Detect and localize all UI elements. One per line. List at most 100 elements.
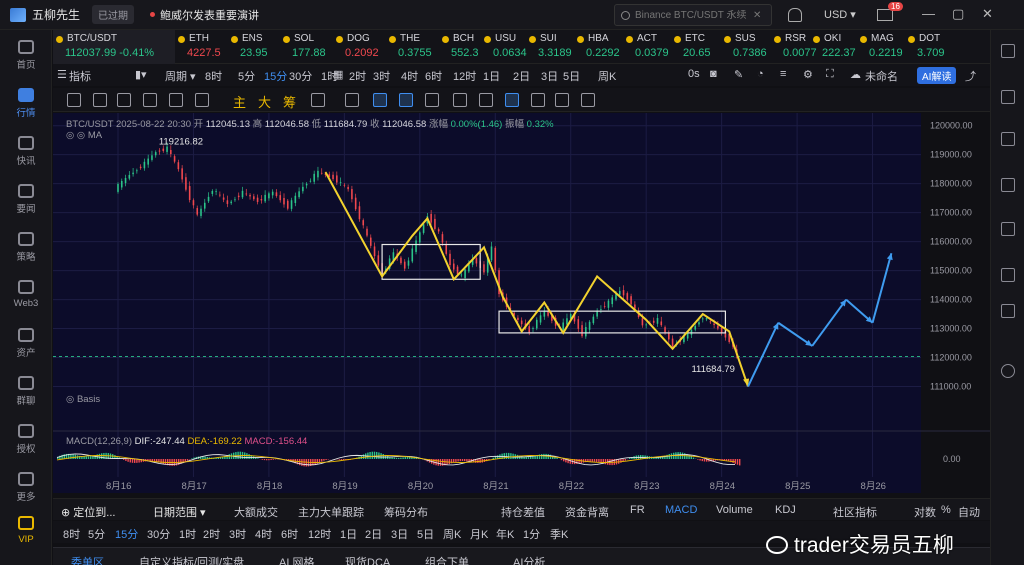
- period-5分[interactable]: 5分: [88, 526, 105, 542]
- indicator-tab-6[interactable]: MACD: [665, 504, 697, 516]
- order-book-icon[interactable]: [1001, 90, 1015, 104]
- news-headline[interactable]: 鲍威尔发表重要演讲: [160, 7, 259, 23]
- interval-30分[interactable]: 30分: [289, 68, 312, 84]
- brush-icon[interactable]: [399, 93, 413, 107]
- indicator-tab-10[interactable]: 对数: [914, 504, 936, 520]
- period-3日[interactable]: 3日: [391, 526, 408, 542]
- interval-2时[interactable]: 2时: [349, 68, 366, 84]
- period-2日[interactable]: 2日: [365, 526, 382, 542]
- draw-tool-0[interactable]: 主: [233, 92, 246, 111]
- period-15分[interactable]: 15分: [115, 526, 138, 542]
- interval-5日[interactable]: 5日: [563, 68, 580, 84]
- indicators-button[interactable]: 指标: [69, 68, 91, 84]
- more-dots-icon[interactable]: [195, 93, 209, 107]
- bottom-tab-1[interactable]: 自定义指标/回测/实盘: [139, 554, 244, 565]
- nav-item-5[interactable]: Web3: [0, 274, 52, 320]
- undo-icon[interactable]: [345, 93, 359, 107]
- ticker-tab[interactable]: DOT 3.709: [905, 30, 957, 64]
- bars-pattern-icon[interactable]: [425, 93, 439, 107]
- bottom-tab-5[interactable]: AI分析: [513, 554, 545, 565]
- interval-3日[interactable]: 3日: [541, 68, 558, 84]
- nav-item-1[interactable]: 行情: [0, 82, 52, 128]
- text-box-icon[interactable]: [453, 93, 467, 107]
- indicator-tab-9[interactable]: 社区指标: [833, 504, 877, 520]
- period-4时[interactable]: 4时: [255, 526, 272, 542]
- period-月K[interactable]: 月K: [470, 526, 488, 542]
- period-年K[interactable]: 年K: [496, 526, 514, 542]
- document-icon[interactable]: [1001, 132, 1015, 146]
- interval-1时[interactable]: 1时: [321, 68, 338, 84]
- trend-chart-icon[interactable]: [1001, 178, 1015, 192]
- interval-4时[interactable]: 4时: [401, 68, 418, 84]
- layout-name[interactable]: 未命名: [865, 68, 898, 84]
- minimize-button[interactable]: —: [922, 6, 935, 21]
- interval-3时[interactable]: 3时: [373, 68, 390, 84]
- interval-12时[interactable]: 12时: [453, 68, 476, 84]
- bottom-tab-0[interactable]: 委单区: [71, 554, 104, 565]
- expired-badge[interactable]: 已过期: [92, 5, 135, 24]
- period-5日[interactable]: 5日: [417, 526, 434, 542]
- date-range-select[interactable]: 日期范围 ▾: [153, 504, 206, 520]
- ticker-tab[interactable]: ETC 20.65: [671, 30, 723, 64]
- close-window-button[interactable]: ✕: [982, 6, 993, 22]
- nav-item-10[interactable]: VIP: [0, 510, 52, 556]
- ticker-tab[interactable]: SOL 177.88: [280, 30, 332, 64]
- period-12时[interactable]: 12时: [308, 526, 331, 542]
- indicator-tab-7[interactable]: Volume: [716, 504, 753, 516]
- layout-icon[interactable]: [1001, 304, 1015, 318]
- gear-icon[interactable]: ⚙: [803, 68, 813, 81]
- stopwatch-icon[interactable]: [479, 93, 493, 107]
- period-1时[interactable]: 1时: [179, 526, 196, 542]
- horizontal-ray-icon[interactable]: [93, 93, 107, 107]
- interval-15分[interactable]: 15分: [264, 68, 287, 84]
- nav-item-7[interactable]: 群聊: [0, 370, 52, 416]
- trash-icon[interactable]: [555, 93, 569, 107]
- ticker-tab[interactable]: HBA 0.2292: [574, 30, 626, 64]
- period-2时[interactable]: 2时: [203, 526, 220, 542]
- nav-item-4[interactable]: 策略: [0, 226, 52, 272]
- nav-item-3[interactable]: 要闻: [0, 178, 52, 224]
- bottom-tab-4[interactable]: 组合下单: [425, 554, 469, 565]
- parallel-lines-icon[interactable]: [117, 93, 131, 107]
- share-icon[interactable]: ⤴: [965, 68, 976, 84]
- period-8时[interactable]: 8时: [63, 526, 80, 542]
- rectangle-icon[interactable]: [169, 93, 183, 107]
- basis-indicator-label[interactable]: ◎ Basis: [66, 394, 100, 405]
- draw-tool-2[interactable]: 筹: [283, 92, 296, 111]
- close-icon[interactable]: ✕: [753, 10, 761, 21]
- magnet-icon[interactable]: [373, 93, 387, 107]
- refresh-icon[interactable]: [1001, 364, 1015, 378]
- calculator-icon[interactable]: [1001, 222, 1015, 236]
- macd-header[interactable]: MACD(12,26,9) DIF:-247.44 DEA:-169.22 MA…: [66, 436, 307, 447]
- period-30分[interactable]: 30分: [147, 526, 170, 542]
- search-input[interactable]: [635, 9, 753, 21]
- ticker-tab[interactable]: ACT 0.0379: [623, 30, 675, 64]
- redo-icon[interactable]: [581, 93, 595, 107]
- camera-icon[interactable]: ◙: [710, 68, 717, 80]
- ticker-tab[interactable]: BTC/USDT 112037.99 -0.41%: [53, 30, 175, 64]
- interval-8时[interactable]: 8时: [205, 68, 222, 84]
- ma-indicator-label[interactable]: ◎ ◎ MA: [66, 130, 102, 141]
- ticker-tab[interactable]: SUS 0.7386: [721, 30, 773, 64]
- draw-tool-1[interactable]: 大: [258, 92, 271, 111]
- indicator-tab-8[interactable]: KDJ: [775, 504, 796, 516]
- search-box[interactable]: ✕: [614, 4, 772, 26]
- ai-interpret-button[interactable]: AI解读: [917, 67, 957, 84]
- zero-seconds[interactable]: 0s: [688, 68, 700, 80]
- interval-周K[interactable]: 周K: [598, 68, 616, 84]
- interval-5分[interactable]: 5分: [238, 68, 255, 84]
- period-1日[interactable]: 1日: [340, 526, 357, 542]
- ticker-tab[interactable]: ETH 4227.5: [175, 30, 227, 64]
- ticker-tab[interactable]: ENS 23.95: [228, 30, 280, 64]
- interval-2日[interactable]: 2日: [513, 68, 530, 84]
- ticker-tab[interactable]: OKI 222.37: [810, 30, 862, 64]
- maximize-button[interactable]: ▢: [952, 6, 964, 22]
- list-icon[interactable]: [1001, 44, 1015, 58]
- locate-button[interactable]: ⊕ 定位到...: [61, 504, 115, 520]
- nav-item-6[interactable]: 资产: [0, 322, 52, 368]
- alarm-icon[interactable]: ◔: [757, 68, 764, 80]
- period-3时[interactable]: 3时: [229, 526, 246, 542]
- indicator-tab-3[interactable]: 持仓差值: [501, 504, 545, 520]
- indicator-tab-12[interactable]: 自动: [958, 504, 980, 520]
- period-6时[interactable]: 6时: [281, 526, 298, 542]
